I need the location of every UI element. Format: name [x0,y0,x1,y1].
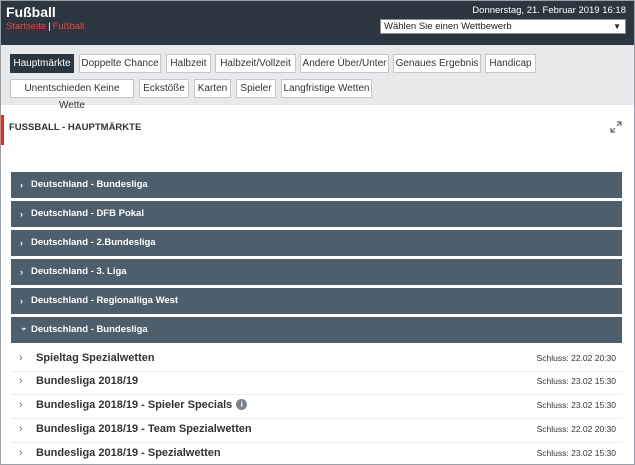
league-label: Deutschland - Bundesliga [31,179,148,190]
breadcrumb-separator: | [48,21,51,32]
tab-handicap[interactable]: Handicap [485,54,536,73]
league-label: Deutschland - 2.Bundesliga [31,237,156,248]
league-bar-regionalliga-west[interactable]: › Deutschland - Regionalliga West [11,288,622,314]
market-label: Spieltag Spezialwetten [36,352,155,364]
league-label: Deutschland - DFB Pokal [31,208,144,219]
breadcrumb: Startseite | Fußball [6,21,84,32]
tab-doppelte-chance[interactable]: Doppelte Chance [79,54,161,73]
chevron-right-icon: › [19,399,23,411]
closing-time: Schluss: 23.02 15:30 [536,400,616,410]
market-row[interactable]: › Bundesliga 2018/19 Schluss: 23.02 15:3… [11,371,622,393]
tab-andere-ueber-unter[interactable]: Andere Über/Unter [300,54,389,73]
competition-select-value: Wählen Sie einen Wettbewerb [384,21,512,32]
tab-spieler[interactable]: Spieler [236,79,276,98]
market-label: Bundesliga 2018/19 - Spieler Specials [36,399,233,411]
tab-hauptmaerkte[interactable]: Hauptmärkte [10,54,74,73]
market-tabs: Hauptmärkte Doppelte Chance Halbzeit Hal… [1,45,634,111]
chevron-right-icon: › [20,209,23,219]
tab-unentschieden-keine-wette[interactable]: Unentschieden Keine Wette [10,79,134,111]
league-bar-bundesliga[interactable]: › Deutschland - Bundesliga [11,172,622,198]
chevron-right-icon: › [20,238,23,248]
league-bar-bundesliga-expanded[interactable]: ⌄ Deutschland - Bundesliga [11,317,622,343]
competition-select[interactable]: Wählen Sie einen Wettbewerb ▼ [380,19,626,34]
league-label: Deutschland - 3. Liga [31,266,127,277]
chevron-down-icon: ▼ [613,22,621,31]
breadcrumb-home-link[interactable]: Startseite [6,21,46,32]
chevron-right-icon: › [20,267,23,277]
top-header: Fußball Startseite | Fußball Donnerstag, 2… [1,1,634,45]
market-label: Bundesliga 2018/19 - Spezialwetten [36,447,221,459]
market-row[interactable]: › Bundesliga 2018/19 - Spieler Specials i… [11,395,622,417]
market-row[interactable]: › Bundesliga 2018/19 - Team Spezialwette… [11,419,622,441]
chevron-right-icon: › [19,352,23,364]
league-bar-2-bundesliga[interactable]: › Deutschland - 2.Bundesliga [11,230,622,256]
tab-langfristige-wetten[interactable]: Langfristige Wetten [281,79,372,98]
page-title: Fußball [6,4,56,20]
current-datetime: Donnerstag, 21. Februar 2019 16:18 [472,5,626,16]
tab-halbzeit[interactable]: Halbzeit [166,54,211,73]
tab-karten[interactable]: Karten [194,79,231,98]
closing-time: Schluss: 22.02 20:30 [536,424,616,434]
league-bar-3-liga[interactable]: › Deutschland - 3. Liga [11,259,622,285]
info-icon[interactable]: i [236,399,248,410]
section-title: FUSSBALL - HAUPTMÄRKTE [9,122,142,133]
tab-genaues-ergebnis[interactable]: Genaues Ergebnis [393,54,481,73]
league-label: Deutschland - Regionalliga West [31,295,179,306]
league-label: Deutschland - Bundesliga [31,324,148,335]
closing-time: Schluss: 23.02 15:30 [536,376,616,386]
tab-halbzeit-vollzeit[interactable]: Halbzeit/Vollzeit [215,54,296,73]
chevron-right-icon: › [19,447,23,459]
chevron-right-icon: › [20,180,23,190]
section-accent-bar [1,115,4,145]
tab-eckstoesse[interactable]: Eckstöße [139,79,189,98]
league-bar-dfb-pokal[interactable]: › Deutschland - DFB Pokal [11,201,622,227]
market-label: Bundesliga 2018/19 [36,375,139,387]
closing-time: Schluss: 22.02 20:30 [536,353,616,363]
market-label-with-info: Bundesliga 2018/19 - Spieler Specials i [36,399,248,411]
market-row[interactable]: › Spieltag Spezialwetten Schluss: 22.02 … [11,348,622,370]
market-label: Bundesliga 2018/19 - Team Spezialwetten [36,423,252,435]
expand-icon[interactable] [610,121,622,133]
app-window: Fußball Startseite | Fußball Donnerstag, 2… [0,0,635,465]
chevron-down-icon: ⌄ [20,322,28,332]
chevron-right-icon: › [19,375,23,387]
chevron-right-icon: › [19,423,23,435]
closing-time: Schluss: 23.02 15:30 [536,448,616,458]
breadcrumb-fussball-link[interactable]: Fußball [53,21,85,32]
market-row[interactable]: › Bundesliga 2018/19 - Spezialwetten Sch… [11,443,622,464]
chevron-right-icon: › [20,296,23,306]
